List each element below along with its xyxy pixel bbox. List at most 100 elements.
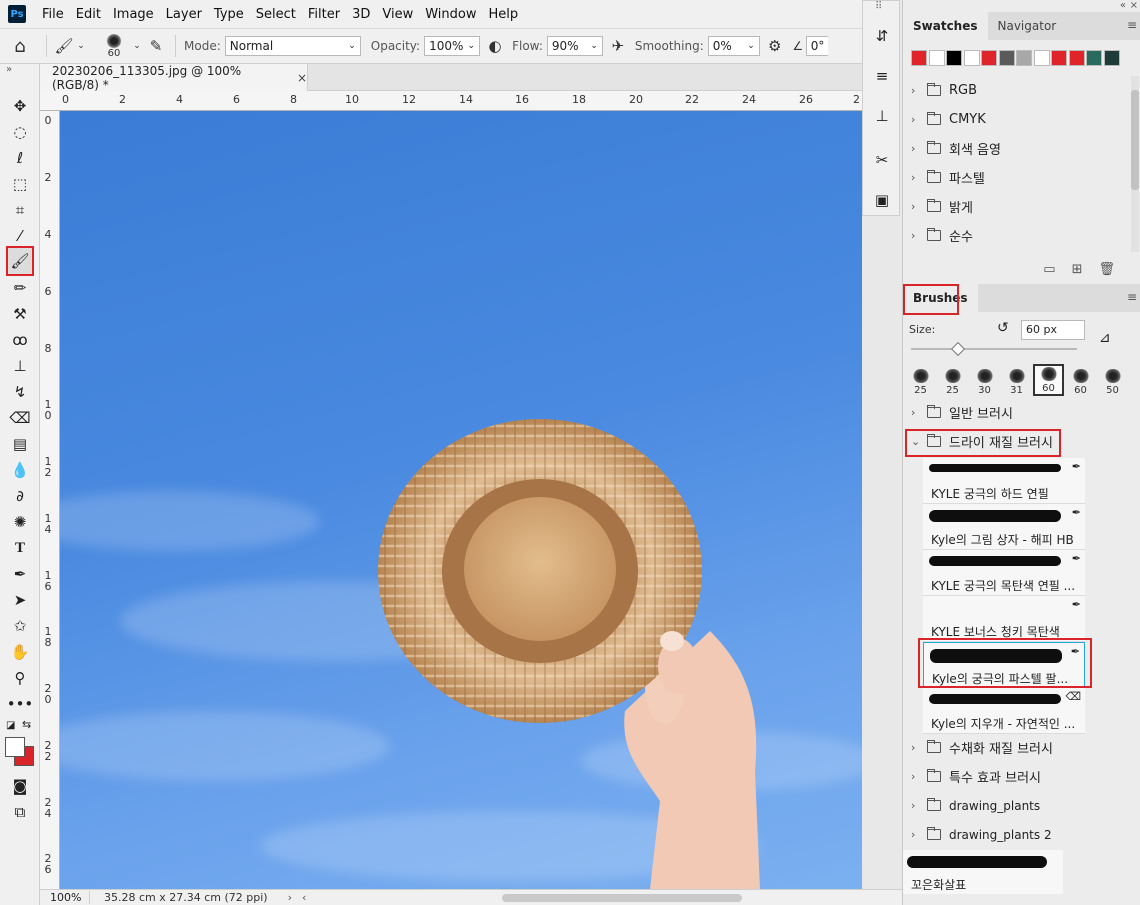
brush-item[interactable]: ⌫ Kyle의 지우개 - 자연적인 ...: [923, 688, 1085, 734]
crop-tool-icon[interactable]: ⌗: [6, 198, 34, 222]
mode-select[interactable]: Normal ⌄: [224, 36, 361, 56]
path-select-tool-icon[interactable]: ➤: [6, 588, 34, 612]
menu-filter[interactable]: Filter: [302, 7, 346, 22]
brush-item[interactable]: ✒ KYLE 보너스 청키 목탄색: [923, 596, 1085, 642]
chevron-right-icon[interactable]: ›: [288, 891, 292, 904]
collapse-icon[interactable]: »: [6, 64, 12, 75]
more-tools-icon[interactable]: •••: [6, 692, 34, 716]
panel-menu-icon[interactable]: ≡: [1127, 18, 1137, 32]
scrollbar-thumb[interactable]: [1131, 90, 1139, 190]
color-swatch[interactable]: [998, 50, 1015, 66]
new-swatch-icon[interactable]: ⊞: [1072, 262, 1083, 277]
flow-field[interactable]: 90% ⌄: [546, 36, 603, 56]
close-icon[interactable]: ×: [297, 71, 307, 85]
document-canvas[interactable]: [60, 111, 862, 889]
menu-select[interactable]: Select: [250, 7, 302, 22]
brush-settings-icon[interactable]: ≡: [871, 65, 893, 87]
new-brush-icon[interactable]: ⊿: [1099, 330, 1111, 346]
airbrush-icon[interactable]: ✈: [603, 37, 633, 55]
art-history-tool-icon[interactable]: ↯: [6, 380, 34, 404]
size-slider-track[interactable]: [911, 348, 1077, 350]
horizontal-scrollbar[interactable]: [502, 894, 742, 902]
pen-tool-icon[interactable]: ✒: [6, 562, 34, 586]
brush-folder[interactable]: › 수채화 재질 브러시: [903, 733, 1129, 762]
screen-mode-icon[interactable]: ⧉: [6, 800, 34, 824]
loose-brush-item[interactable]: 꼬은화살표: [903, 850, 1063, 894]
collapse-icon[interactable]: «: [1120, 0, 1126, 11]
color-swatch[interactable]: [1103, 50, 1120, 66]
brush-settings-icon[interactable]: ✎: [143, 37, 169, 55]
history-icon[interactable]: ⇵: [871, 25, 893, 47]
color-swatch[interactable]: [963, 50, 980, 66]
brush-folder[interactable]: › 일반 브러시: [903, 398, 1129, 427]
sponge-tool-icon[interactable]: ✺: [6, 510, 34, 534]
menu-type[interactable]: Type: [208, 7, 250, 22]
vertical-scrollbar[interactable]: [1131, 76, 1139, 252]
brush-item[interactable]: ✒ KYLE 궁극의 목탄색 연필 ...: [923, 550, 1085, 596]
zoom-level[interactable]: 100%: [40, 891, 90, 904]
swatch-folder[interactable]: › 순수: [903, 221, 1129, 250]
brush-preset[interactable]: 25: [905, 364, 936, 396]
dodge-tool-icon[interactable]: ∂: [6, 484, 34, 508]
color-swatch[interactable]: [1086, 50, 1102, 66]
clone-stamp-tool-icon[interactable]: ⚒: [6, 302, 34, 326]
brush-tool-icon[interactable]: 🖌: [53, 37, 75, 55]
menu-window[interactable]: Window: [419, 7, 482, 22]
eyedropper-tool-icon[interactable]: ⁄: [6, 224, 34, 248]
close-icon[interactable]: ×: [1130, 0, 1138, 11]
brush-folder[interactable]: › drawing_plants: [903, 791, 1129, 820]
type-tool-icon[interactable]: T: [6, 536, 34, 560]
clone-source-icon[interactable]: ⊥: [871, 105, 893, 127]
eraser-tool-icon[interactable]: ⌫: [6, 406, 34, 430]
swatch-folder[interactable]: › 밝게: [903, 192, 1129, 221]
brush-preset[interactable]: 30: [969, 364, 1000, 396]
smoothing-field[interactable]: 0% ⌄: [707, 36, 760, 56]
menu-edit[interactable]: Edit: [70, 7, 107, 22]
menu-help[interactable]: Help: [483, 7, 525, 22]
home-icon[interactable]: ⌂: [0, 36, 40, 57]
quick-mask-icon[interactable]: ◙: [6, 774, 34, 798]
brush-preset[interactable]: 50: [1097, 364, 1128, 396]
properties-icon[interactable]: ▣: [871, 189, 893, 211]
swatch-folder[interactable]: › RGB: [903, 76, 1129, 105]
brush-folder[interactable]: › drawing_plants 2: [903, 820, 1129, 849]
brush-item[interactable]: ✒ Kyle의 그림 상자 - 해피 HB: [923, 504, 1085, 550]
chevron-left-icon[interactable]: ‹: [302, 891, 306, 904]
zoom-tool-icon[interactable]: ⚲: [6, 666, 34, 690]
brush-preset[interactable]: 60: [1065, 364, 1096, 396]
swap-colors-icon[interactable]: ⇆: [22, 718, 31, 731]
color-swatch[interactable]: [928, 50, 945, 66]
stamp-tool-icon[interactable]: ⊥: [6, 354, 34, 378]
color-swatch[interactable]: [1016, 50, 1032, 66]
brush-tool-icon[interactable]: 🖌: [6, 246, 34, 276]
swatch-folder[interactable]: › CMYK: [903, 105, 1129, 134]
menu-view[interactable]: View: [376, 7, 419, 22]
blur-tool-icon[interactable]: 💧: [6, 458, 34, 482]
new-group-icon[interactable]: ▭: [1043, 262, 1055, 277]
pencil-tool-icon[interactable]: ✏: [6, 276, 34, 300]
opacity-field[interactable]: 100% ⌄: [424, 36, 481, 56]
grip-icon[interactable]: ⠿: [875, 1, 882, 12]
marquee-tool-icon[interactable]: ◌: [6, 120, 34, 144]
shape-tool-icon[interactable]: ✩: [6, 614, 34, 638]
trash-icon[interactable]: 🗑: [1098, 262, 1115, 277]
brush-preset[interactable]: 60: [1033, 364, 1064, 396]
color-swatch[interactable]: [946, 50, 962, 66]
document-tab[interactable]: 20230206_113305.jpg @ 100% (RGB/8) * ×: [40, 64, 308, 92]
reset-icon[interactable]: ↺: [997, 320, 1009, 336]
color-swatch[interactable]: [981, 50, 997, 66]
angle-field[interactable]: 0°: [805, 36, 828, 56]
menu-image[interactable]: Image: [107, 7, 160, 22]
foreground-color-swatch[interactable]: [5, 737, 25, 757]
tab-swatches[interactable]: Swatches: [903, 12, 988, 40]
brush-folder[interactable]: › 특수 효과 브러시: [903, 762, 1129, 791]
pressure-opacity-icon[interactable]: ◐: [480, 37, 510, 55]
menu-3d[interactable]: 3D: [346, 7, 376, 22]
hand-tool-icon[interactable]: ✋: [6, 640, 34, 664]
size-field[interactable]: 60 px: [1021, 320, 1085, 340]
tool-presets-icon[interactable]: ✂: [871, 149, 893, 171]
gradient-tool-icon[interactable]: ▤: [6, 432, 34, 456]
menu-layer[interactable]: Layer: [160, 7, 208, 22]
lasso-tool-icon[interactable]: ℓ: [6, 146, 34, 170]
brush-preset[interactable]: 25: [937, 364, 968, 396]
